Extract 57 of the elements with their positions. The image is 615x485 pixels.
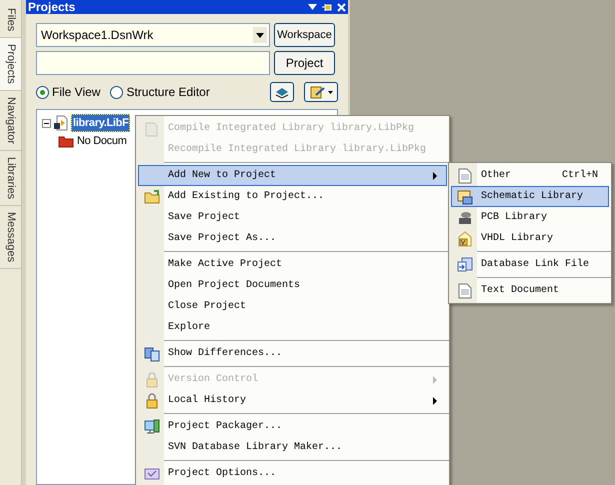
menu-item[interactable]: Show Differences... [138,343,447,364]
workspace-button[interactable]: Workspace [274,23,335,47]
workspace-combo[interactable]: Workspace1.DsnWrk [36,23,270,47]
menu-item[interactable]: Close Project [138,296,447,317]
menu-item[interactable]: Open Project Documents [138,275,447,296]
library-icon [53,115,69,131]
document-edit-icon [310,86,324,98]
toolbar-dropdown-button[interactable] [304,82,338,102]
document-icon [458,168,472,184]
radio-label[interactable]: Structure Editor [126,83,210,101]
compile-icon [144,120,160,136]
radio-label[interactable]: File View [52,83,100,101]
menu-item[interactable]: Add Existing to Project... [138,186,447,207]
compare-icon [144,346,160,362]
monitor-icon [144,418,160,434]
submenu-arrow-icon [433,172,438,180]
caret-icon [328,90,332,94]
toolbar-button[interactable] [270,82,294,102]
menu-item[interactable]: Other Ctrl+N [451,165,609,186]
panel-title: Projects [28,1,76,13]
side-tab[interactable]: Projects [0,38,21,91]
close-icon[interactable] [337,2,346,12]
menu-item[interactable]: Project Packager... [138,416,447,437]
options-icon [144,466,160,480]
menu-item[interactable]: Database Link File [451,254,609,275]
menu-item[interactable]: PCB Library [451,207,609,228]
link-icon [457,256,473,272]
lock-icon [145,372,159,388]
menu-item[interactable]: Text Document [451,280,609,301]
radio-button[interactable] [36,86,49,98]
chip-icon [457,210,473,226]
schematic-icon [457,188,473,204]
stack-icon [275,86,289,98]
menu-item[interactable]: Save Project As... [138,228,447,249]
lock-icon [145,392,159,408]
menu-item[interactable]: Save Project [138,207,447,228]
submenu-arrow-icon [433,396,438,404]
menu-item[interactable]: Schematic Library [451,186,609,207]
menu-item[interactable]: Explore [138,317,447,338]
project-field[interactable] [36,51,270,75]
submenu-arrow-icon [433,376,438,384]
radio-button[interactable] [110,86,124,98]
folder-icon [58,134,74,148]
project-button[interactable]: Project [274,51,335,75]
menu-item[interactable]: Add New to Project [138,165,447,186]
menu-item[interactable]: VHDL Library [451,228,609,249]
menu-item[interactable]: Project Options... [138,463,447,484]
menu-item[interactable]: Local History [138,390,447,411]
tree-item[interactable]: No Docum [76,132,128,150]
document-icon [458,282,472,298]
pin-icon[interactable] [322,2,332,12]
menu-item[interactable]: SVN Database Library Maker... [138,437,447,458]
tree-item[interactable]: library.LibF [71,114,130,132]
folder-icon [144,190,160,204]
collapse-icon[interactable] [42,118,51,128]
menu-item[interactable]: Make Active Project [138,254,447,275]
dropdown-icon[interactable] [308,4,317,10]
